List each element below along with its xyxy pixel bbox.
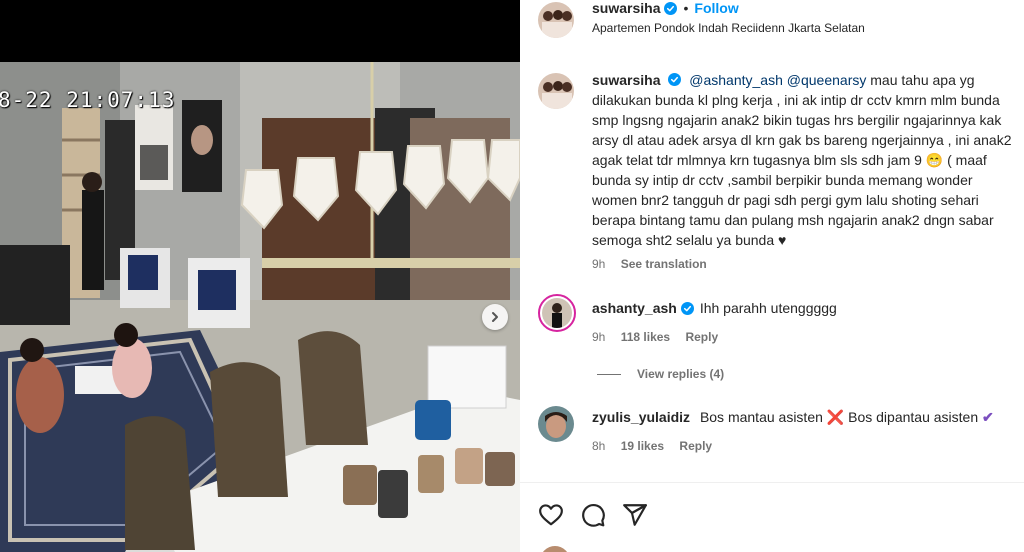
caption-meta: 9h See translation	[592, 257, 707, 271]
verified-badge-icon	[680, 301, 694, 315]
comment-avatar[interactable]	[538, 406, 574, 442]
replies-divider-line	[597, 373, 621, 375]
comment-avatar[interactable]	[538, 294, 576, 332]
mention-link[interactable]: @ashanty_ash	[689, 72, 783, 88]
cctv-timestamp: 8-22 21:07:13	[0, 88, 176, 112]
follow-button[interactable]: Follow	[694, 0, 738, 16]
mention-link[interactable]: @queenarsy	[787, 72, 867, 88]
post-header: suwarsiha • Follow	[592, 0, 739, 16]
cctv-scene-image	[0, 0, 520, 552]
post-location[interactable]: Apartemen Pondok Indah Reciidenn Jkarta …	[592, 21, 865, 35]
actions-divider	[520, 482, 1024, 483]
see-translation-link[interactable]: See translation	[621, 257, 707, 271]
heart-icon[interactable]	[538, 502, 564, 528]
comment-time: 8h	[592, 439, 606, 453]
check-mark-icon: ✔	[982, 409, 994, 425]
comment-likes[interactable]: 19 likes	[621, 439, 664, 453]
comment-meta: 8h 19 likes Reply	[592, 439, 712, 453]
carousel-next-button[interactable]	[482, 304, 508, 330]
comment-body: zyulis_yulaidiz Bos mantau asisten ❌ Bos…	[592, 409, 994, 426]
author-username[interactable]: suwarsiha	[592, 0, 660, 16]
comment-time: 9h	[592, 330, 606, 344]
comment-username[interactable]: ashanty_ash	[592, 300, 677, 316]
comment-bubble-icon[interactable]	[580, 502, 606, 528]
paper-plane-icon[interactable]	[622, 502, 648, 528]
caption-author-avatar[interactable]	[538, 73, 574, 109]
view-replies-button[interactable]: View replies (4)	[597, 367, 724, 381]
comment-body: ashanty_ash Ihh parahh utenggggg	[592, 300, 837, 316]
separator-dot: •	[683, 0, 689, 16]
verified-badge-icon	[664, 1, 678, 15]
reply-button[interactable]: Reply	[679, 439, 712, 453]
author-avatar[interactable]	[538, 2, 574, 38]
post-actions	[538, 502, 648, 528]
verified-badge-icon	[668, 73, 682, 86]
comment-text: Bos dipantau asisten	[848, 409, 982, 425]
view-replies-label: View replies (4)	[637, 367, 725, 381]
caption-text: mau tahu apa yg dilakukan bunda kl plng …	[592, 72, 1012, 248]
comment-text: Bos mantau asisten	[699, 409, 827, 425]
comment-text: Ihh parahh utenggggg	[699, 300, 837, 316]
comment-username[interactable]: zyulis_yulaidiz	[592, 409, 690, 425]
comment-likes[interactable]: 118 likes	[621, 330, 670, 344]
comment-meta: 9h 118 likes Reply	[592, 330, 718, 344]
post-media: 8-22 21:07:13	[0, 0, 520, 552]
post-caption: suwarsiha @ashanty_ash @queenarsy mau ta…	[592, 70, 1020, 250]
caption-time: 9h	[592, 257, 606, 271]
reply-button[interactable]: Reply	[685, 330, 718, 344]
caption-username[interactable]: suwarsiha	[592, 72, 660, 88]
post-side-panel: suwarsiha • Follow Apartemen Pondok Inda…	[520, 0, 1024, 552]
liked-by-avatar[interactable]	[540, 546, 570, 552]
chevron-right-icon	[492, 312, 498, 322]
cross-mark-icon: ❌	[826, 409, 845, 425]
